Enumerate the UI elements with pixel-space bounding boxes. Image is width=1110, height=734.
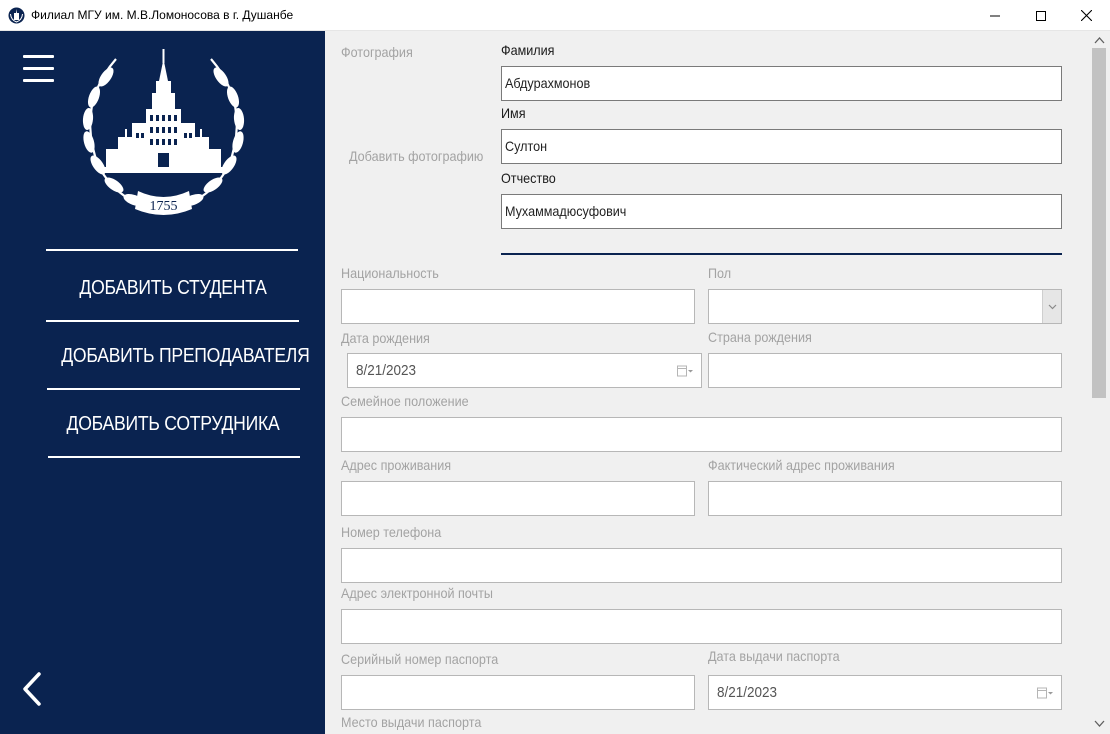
passport-place-label: Место выдачи паспорта [341,714,482,730]
passport-date-picker[interactable]: 8/21/2023 [708,675,1062,710]
photo-label: Фотография [341,44,413,60]
nav-divider [46,320,299,322]
email-input[interactable] [341,609,1062,644]
scrollbar-thumb[interactable] [1092,48,1106,398]
header-separator [501,253,1062,255]
passport-serial-input[interactable] [341,675,695,710]
msu-emblem-icon: 1755 [82,49,245,215]
emblem-year: 1755 [150,199,178,214]
email-label: Адрес электронной почты [341,585,493,601]
window-title: Филиал МГУ им. М.В.Ломоносова в г. Душан… [31,8,294,22]
calendar-icon[interactable] [1037,687,1053,699]
close-button[interactable] [1063,0,1109,31]
maximize-button[interactable] [1018,0,1064,31]
surname-label: Фамилия [501,42,555,58]
nav-divider [46,249,298,251]
scroll-up-icon[interactable] [1094,36,1105,44]
sidebar: 1755 ДОБАВИТЬ СТУДЕНТА ДОБАВИТЬ ПРЕПОДАВ… [0,31,325,734]
address-label: Адрес проживания [341,457,452,473]
university-emblem-icon [8,7,25,24]
calendar-icon[interactable] [677,365,693,377]
passport-date-label: Дата выдачи паспорта [708,648,840,664]
hamburger-icon[interactable] [23,55,54,82]
gender-label: Пол [708,265,732,281]
birth-date-label: Дата рождения [341,330,430,346]
nav-add-teacher[interactable]: ДОБАВИТЬ ПРЕПОДАВАТЕЛЯ [61,345,310,368]
add-photo-button[interactable]: Добавить фотографию [349,148,483,164]
minimize-button[interactable] [972,0,1018,31]
patronymic-input[interactable]: Мухаммадюсуфович [501,194,1062,229]
surname-input[interactable]: Абдурахмонов [501,66,1062,101]
birth-country-label: Страна рождения [708,329,812,345]
phone-label: Номер телефона [341,524,442,540]
close-icon [1080,10,1092,21]
address-input[interactable] [341,481,695,516]
name-label: Имя [501,105,526,121]
chevron-down-icon[interactable] [1042,290,1061,323]
patronymic-label: Отчество [501,170,556,186]
scroll-down-icon[interactable] [1094,720,1105,728]
phone-input[interactable] [341,548,1062,583]
nav-add-employee[interactable]: ДОБАВИТЬ СОТРУДНИКА [61,413,285,436]
birth-date-picker[interactable]: 8/21/2023 [347,353,702,388]
nationality-input[interactable] [341,289,695,324]
vertical-scrollbar[interactable] [1090,31,1110,734]
gender-select[interactable] [708,289,1062,324]
nav-add-student[interactable]: ДОБАВИТЬ СТУДЕНТА [61,277,285,300]
title-bar: Филиал МГУ им. М.В.Ломоносова в г. Душан… [0,0,1110,31]
actual-address-input[interactable] [708,481,1062,516]
marital-status-input[interactable] [341,417,1062,452]
student-form: Фотография Добавить фотографию Фамилия А… [325,31,1110,734]
maximize-icon [1036,10,1046,21]
passport-serial-label: Серийный номер паспорта [341,651,499,667]
name-input[interactable]: Султон [501,129,1062,164]
minimize-icon [990,15,1000,16]
marital-status-label: Семейное положение [341,393,469,409]
birth-country-input[interactable] [708,353,1062,388]
actual-address-label: Фактический адрес проживания [708,457,895,473]
nationality-label: Национальность [341,265,439,281]
nav-divider [48,456,300,458]
chevron-left-icon[interactable] [20,671,44,707]
nav-divider [47,388,300,390]
